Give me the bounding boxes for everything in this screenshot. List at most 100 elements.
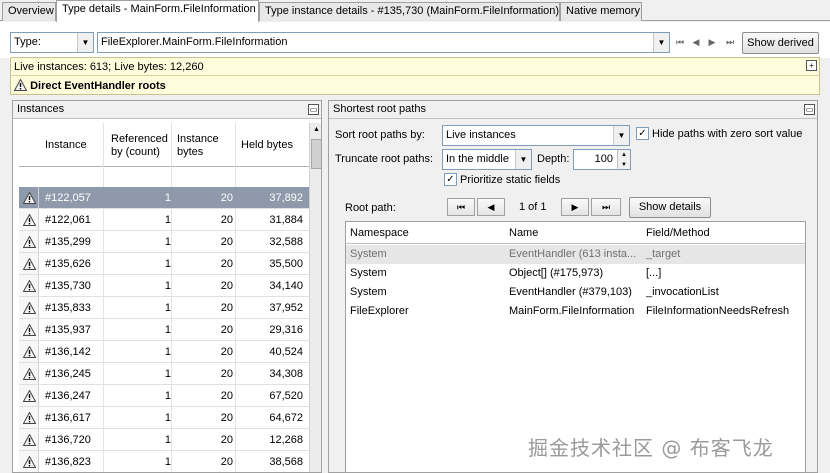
row-header bbox=[19, 187, 39, 208]
root-paths-title: Shortest root paths bbox=[333, 103, 426, 115]
hide-zero-label: Hide paths with zero sort value bbox=[652, 128, 803, 140]
instance-id: #122,061 bbox=[45, 214, 91, 226]
instance-id: #136,245 bbox=[45, 368, 91, 380]
prioritize-checkbox[interactable]: ✓ bbox=[444, 173, 457, 186]
column-namespace[interactable]: Namespace bbox=[350, 227, 409, 239]
first-icon[interactable]: ⏮ bbox=[447, 198, 475, 216]
table-row[interactable]: #135,299 1 20 32,588 bbox=[19, 231, 309, 253]
scroll-up-icon[interactable]: ▲ bbox=[310, 123, 321, 137]
instance-bytes: 20 bbox=[220, 346, 233, 358]
table-row[interactable]: #136,720 1 20 12,268 bbox=[19, 429, 309, 451]
chevron-down-icon[interactable]: ▼ bbox=[515, 150, 531, 169]
table-row[interactable]: #136,823 1 20 38,568 bbox=[19, 451, 309, 472]
instances-scrollbar[interactable]: ▲ bbox=[309, 123, 321, 472]
held-bytes: 32,588 bbox=[269, 236, 303, 248]
warning-icon bbox=[14, 79, 27, 91]
referenced-count: 1 bbox=[164, 258, 171, 270]
tab-overview[interactable]: Overview bbox=[2, 2, 56, 21]
root-paths-column-header: Namespace Name Field/Method bbox=[346, 222, 805, 244]
list-item[interactable]: FileExplorer MainForm.FileInformation File… bbox=[346, 302, 805, 321]
pin-icon[interactable]: + bbox=[806, 60, 817, 71]
held-bytes: 64,672 bbox=[269, 412, 303, 424]
table-row[interactable]: #136,142 1 20 40,524 bbox=[19, 341, 309, 363]
tab-type-details[interactable]: Type details - MainForm.FileInformation bbox=[56, 0, 259, 22]
chevron-down-icon[interactable]: ▼ bbox=[77, 33, 93, 52]
held-bytes: 34,308 bbox=[269, 368, 303, 380]
show-derived-button[interactable]: Show derived bbox=[742, 32, 819, 54]
path-namespace: System bbox=[350, 267, 387, 279]
sort-combo[interactable]: Live instances ▼ bbox=[442, 125, 630, 146]
table-row[interactable]: #135,937 1 20 29,316 bbox=[19, 319, 309, 341]
row-header bbox=[19, 209, 39, 230]
instance-id: #122,057 bbox=[45, 192, 91, 204]
pin-icon[interactable]: ▭ bbox=[804, 104, 815, 115]
previous-icon[interactable]: ◀ bbox=[689, 34, 703, 50]
type-kind-combo[interactable]: Type: ▼ bbox=[10, 32, 94, 53]
instance-bytes: 20 bbox=[220, 368, 233, 380]
truncate-label: Truncate root paths: bbox=[335, 153, 434, 165]
referenced-count: 1 bbox=[164, 324, 171, 336]
referenced-count: 1 bbox=[164, 280, 171, 292]
tab-native-memory[interactable]: Native memory bbox=[560, 2, 642, 21]
previous-icon[interactable]: ◀ bbox=[477, 198, 505, 216]
next-icon[interactable]: ▶ bbox=[705, 34, 719, 50]
last-icon[interactable]: ⏭ bbox=[591, 198, 621, 216]
chevron-down-icon[interactable]: ▼ bbox=[653, 33, 669, 52]
table-row[interactable]: #136,245 1 20 34,308 bbox=[19, 363, 309, 385]
chevron-down-icon[interactable]: ▼ bbox=[613, 126, 629, 145]
roots-heading-text: Direct EventHandler roots bbox=[30, 80, 166, 92]
truncate-combo[interactable]: In the middle ▼ bbox=[442, 149, 532, 170]
divider bbox=[11, 75, 819, 76]
table-row[interactable]: #135,626 1 20 35,500 bbox=[19, 253, 309, 275]
path-field: _target bbox=[646, 248, 681, 260]
pin-icon[interactable]: ▭ bbox=[308, 104, 319, 115]
type-name-combo[interactable]: FileExplorer.MainForm.FileInformation ▼ bbox=[97, 32, 670, 53]
depth-input[interactable]: 100 bbox=[573, 149, 618, 170]
scroll-thumb[interactable] bbox=[311, 139, 321, 169]
root-paths-header: Shortest root paths ▭ bbox=[329, 101, 817, 119]
table-row[interactable]: #135,730 1 20 34,140 bbox=[19, 275, 309, 297]
first-icon[interactable]: ⏮ bbox=[673, 34, 687, 50]
held-bytes: 35,500 bbox=[269, 258, 303, 270]
list-item[interactable]: System EventHandler (613 insta... _target bbox=[346, 245, 805, 264]
column-referenced-by[interactable]: Referenced by (count) bbox=[111, 133, 175, 159]
watermark: 掘金技术社区 @ 布客飞龙 bbox=[528, 436, 774, 460]
list-item[interactable]: System Object[] (#175,973) [...] bbox=[346, 264, 805, 283]
list-item[interactable]: System EventHandler (#379,103) _invocation… bbox=[346, 283, 805, 302]
column-instance[interactable]: Instance bbox=[45, 139, 87, 152]
referenced-count: 1 bbox=[164, 390, 171, 402]
instance-bytes: 20 bbox=[220, 412, 233, 424]
instance-bytes: 20 bbox=[220, 434, 233, 446]
last-icon[interactable]: ⏭ bbox=[723, 34, 737, 50]
table-row[interactable]: #122,061 1 20 31,884 bbox=[19, 209, 309, 231]
path-name: EventHandler (#379,103) bbox=[509, 286, 632, 298]
sort-value: Live instances bbox=[446, 129, 516, 141]
roots-heading: Direct EventHandler roots bbox=[14, 79, 166, 92]
referenced-count: 1 bbox=[164, 412, 171, 424]
table-row[interactable]: #136,247 1 20 67,520 bbox=[19, 385, 309, 407]
row-header bbox=[19, 319, 39, 340]
column-name[interactable]: Name bbox=[509, 227, 538, 239]
depth-spinner-icon[interactable]: ▲ ▼ bbox=[617, 149, 631, 170]
table-row[interactable]: #122,057 1 20 37,892 bbox=[19, 187, 309, 209]
tab-type-instance-details[interactable]: Type instance details - #135,730 (MainFo… bbox=[259, 2, 560, 21]
referenced-count: 1 bbox=[164, 368, 171, 380]
warning-icon bbox=[23, 236, 36, 248]
instance-bytes: 20 bbox=[220, 324, 233, 336]
column-instance-bytes[interactable]: Instance bytes bbox=[177, 133, 229, 159]
hide-zero-checkbox[interactable]: ✓ bbox=[636, 127, 649, 140]
instance-id: #136,617 bbox=[45, 412, 91, 424]
table-row[interactable]: #136,617 1 20 64,672 bbox=[19, 407, 309, 429]
path-name: EventHandler (613 insta... bbox=[509, 248, 637, 260]
root-path-label: Root path: bbox=[345, 202, 396, 214]
truncate-value: In the middle bbox=[446, 153, 509, 165]
next-icon[interactable]: ▶ bbox=[561, 198, 589, 216]
instance-bytes: 20 bbox=[220, 258, 233, 270]
type-kind-label: Type: bbox=[14, 36, 41, 48]
referenced-count: 1 bbox=[164, 346, 171, 358]
column-held-bytes[interactable]: Held bytes bbox=[241, 139, 293, 152]
instance-bytes: 20 bbox=[220, 302, 233, 314]
column-field-method[interactable]: Field/Method bbox=[646, 227, 710, 239]
table-row[interactable]: #135,833 1 20 37,952 bbox=[19, 297, 309, 319]
show-details-button[interactable]: Show details bbox=[629, 197, 711, 218]
